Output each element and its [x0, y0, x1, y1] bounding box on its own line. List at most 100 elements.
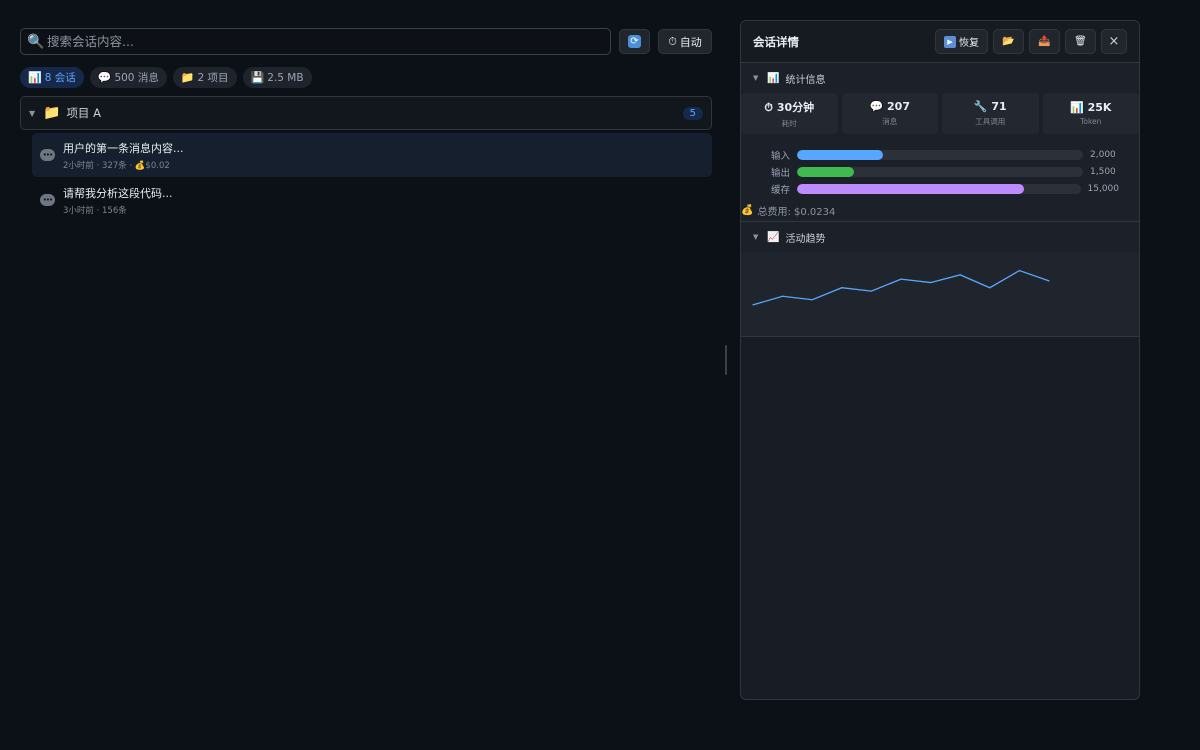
trend-section-header[interactable]: ▼ 📈 活动趋势	[741, 222, 1139, 252]
resume-label: 恢复	[959, 38, 979, 49]
conversation-item[interactable]: ••• 用户的第一条消息内容... 2小时前 · 327条 · 💰$0.02	[32, 133, 712, 177]
delete-button[interactable]: 🗑	[1065, 29, 1096, 54]
activity-trend-svg	[752, 269, 1050, 306]
project-count-badge: 5	[682, 106, 703, 120]
refresh-icon: ⟳	[628, 35, 641, 48]
conversation-meta: 3小时前 · 156条	[63, 205, 127, 216]
stats-chips: 📊 8 会话 💬 500 消息 📁 2 项目 💾 2.5 MB	[20, 67, 712, 88]
token-bar-row: 输入 2,000	[771, 146, 1119, 163]
wrench-icon: 🔧	[973, 100, 988, 113]
chip-sessions-label: 8 会话	[44, 72, 76, 84]
search-box[interactable]: 🔍	[20, 28, 611, 55]
token-bar-track	[796, 183, 1081, 194]
token-bar-label: 输出	[771, 167, 791, 179]
stat-value: 30分钟	[776, 100, 815, 114]
chevron-down-icon[interactable]: ▼	[29, 109, 37, 118]
token-bar-fill	[797, 166, 855, 177]
trend-point-3	[841, 287, 843, 289]
session-detail-panel: 会话详情 ▶ 恢复 📂 📤 🗑 × ▼ 📊 统计信息 ⏱ 30分钟 耗时 💬 2…	[740, 20, 1140, 700]
chip-messages[interactable]: 💬 500 消息	[89, 67, 167, 88]
stat-label: 耗时	[781, 118, 797, 128]
refresh-button[interactable]: ⟳	[619, 29, 650, 54]
token-bar-track	[797, 149, 1083, 160]
trend-point-10	[1048, 280, 1050, 282]
close-button[interactable]: ×	[1101, 29, 1127, 54]
conversation-item[interactable]: ••• 请帮我分析这段代码... 3小时前 · 156条	[32, 178, 712, 222]
stat-value: 25K	[1087, 101, 1112, 114]
stats-section-title: 统计信息	[785, 74, 826, 86]
stat-value: 207	[887, 100, 910, 113]
trend-series-line	[752, 269, 1050, 306]
stat-card-duration: ⏱ 30分钟 耗时	[741, 93, 838, 134]
chat-bubble-icon: •••	[40, 149, 55, 161]
chip-storage-label: 2.5 MB	[267, 71, 304, 84]
trend-chart-icon: 📈	[767, 231, 780, 243]
search-icon: 🔍	[27, 33, 45, 50]
trend-point-4	[870, 290, 872, 292]
play-icon: ▶	[944, 35, 956, 48]
folder-icon: 📁	[43, 105, 61, 121]
stat-card-tool-calls: 🔧 71 工具调用	[942, 93, 1039, 134]
search-input[interactable]	[45, 34, 610, 49]
trend-point-5	[900, 278, 902, 280]
chat-bubble-icon: •••	[40, 194, 55, 206]
chevron-down-icon: ▼	[753, 74, 759, 82]
search-toolbar: 🔍 ⟳ ⏱ 自动	[20, 28, 712, 55]
chip-storage[interactable]: 💾 2.5 MB	[242, 67, 312, 88]
floppy-disk-icon: 💾	[250, 71, 265, 84]
close-icon: ×	[1108, 34, 1120, 49]
bar-chart-icon: 📊	[28, 71, 42, 84]
export-tray-icon: 📤	[1038, 36, 1051, 47]
trend-section-title: 活动趋势	[785, 233, 826, 245]
panel-title: 会话详情	[753, 34, 799, 49]
panel-header: 会话详情 ▶ 恢复 📂 📤 🗑 ×	[741, 21, 1139, 63]
open-folder-icon: 📂	[1002, 36, 1015, 47]
trend-point-9	[1018, 269, 1020, 272]
money-bag-icon: 💰	[741, 205, 754, 216]
export-button[interactable]: 📤	[1029, 29, 1060, 54]
stat-card-messages: 💬 207 消息	[841, 93, 938, 134]
chip-sessions[interactable]: 📊 8 会话	[20, 67, 84, 88]
activity-trend-chart	[741, 252, 1139, 336]
chip-projects-label: 2 项目	[197, 72, 229, 84]
token-bar-value: 2,000	[1090, 149, 1116, 160]
stats-section-header[interactable]: ▼ 📊 统计信息	[741, 63, 1139, 93]
bar-chart-icon: 📊	[1070, 101, 1084, 114]
chevron-down-icon: ▼	[753, 233, 759, 241]
project-name: 项目 A	[66, 106, 101, 120]
auto-refresh-button[interactable]: ⏱ 自动	[658, 29, 712, 54]
bar-chart-icon: 📊	[767, 72, 780, 84]
open-folder-button[interactable]: 📂	[993, 29, 1024, 54]
token-bar-fill	[796, 183, 1024, 194]
stat-label: Token	[1080, 117, 1102, 126]
token-bar-row: 输出 1,500	[771, 163, 1119, 180]
project-group-header[interactable]: ▼ 📁 项目 A 5	[20, 96, 712, 130]
trend-point-1	[782, 295, 784, 297]
stat-value: 71	[991, 100, 1007, 113]
trend-point-8	[989, 287, 991, 289]
token-bar-label: 输入	[771, 150, 791, 162]
trend-section: ▼ 📈 活动趋势	[741, 222, 1139, 337]
token-bars: 输入 2,000 输出 1,500 缓存 15,000	[741, 134, 1139, 197]
auto-label: 自动	[679, 35, 702, 49]
token-bar-track	[797, 166, 1083, 177]
session-list-pane: 🔍 ⟳ ⏱ 自动 📊 8 会话 💬 500 消息 📁 2 项目 💾 2.5 MB	[20, 28, 712, 223]
chip-projects[interactable]: 📁 2 项目	[172, 67, 237, 88]
total-cost-label: 总费用: $0.0234	[757, 207, 836, 218]
chip-messages-label: 500 消息	[114, 72, 159, 84]
stat-label: 工具调用	[975, 117, 1006, 126]
stat-cards: ⏱ 30分钟 耗时 💬 207 消息 🔧 71 工具调用 📊 25K Token	[741, 93, 1139, 134]
token-bar-row: 缓存 15,000	[771, 180, 1119, 197]
timer-icon: ⏱	[668, 34, 677, 48]
stats-section: ▼ 📊 统计信息 ⏱ 30分钟 耗时 💬 207 消息 🔧 71 工具调用 📊 …	[741, 63, 1139, 222]
stat-label: 消息	[882, 117, 898, 126]
token-bar-label: 缓存	[771, 184, 791, 196]
pane-resize-handle[interactable]	[725, 345, 727, 375]
total-cost: 💰 总费用: $0.0234	[741, 197, 1139, 221]
token-bar-value: 15,000	[1087, 183, 1120, 194]
trend-point-6	[930, 281, 932, 284]
speech-bubble-icon: 💬	[869, 100, 884, 113]
resume-button[interactable]: ▶ 恢复	[935, 29, 988, 54]
conversation-title: 请帮我分析这段代码...	[63, 186, 173, 200]
stat-card-tokens: 📊 25K Token	[1042, 93, 1139, 134]
